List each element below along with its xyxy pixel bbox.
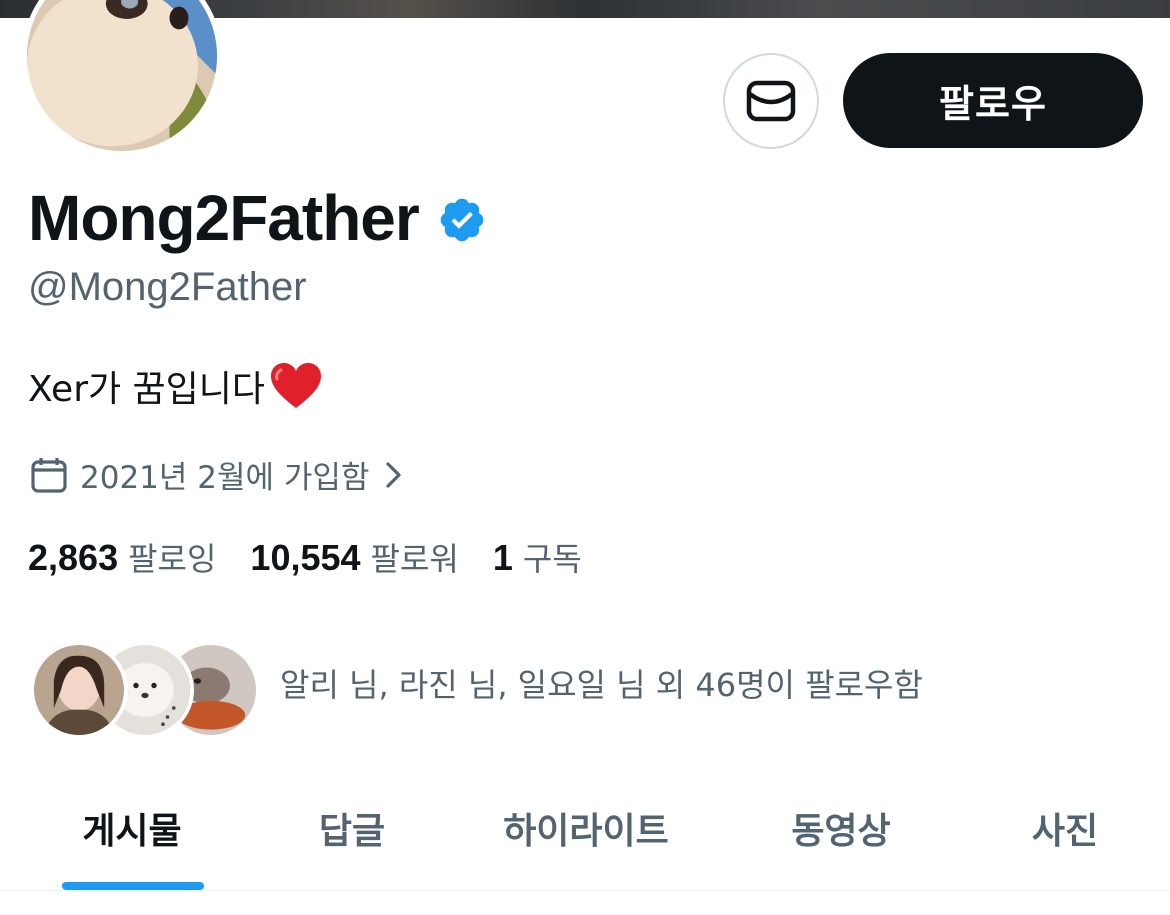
profile-tabs: 게시물 답글 하이라이트 동영상 사진 (0, 780, 1170, 890)
tab-label: 동영상 (791, 811, 891, 852)
subscriptions-label[interactable]: 구독 (523, 534, 582, 580)
display-name: Mong2Father (28, 181, 420, 254)
followers-count[interactable]: 10,554 (250, 537, 360, 579)
known-followers-text[interactable]: 알리 님, 라진 님, 일요일 님 외 46명이 팔로우함 (280, 660, 923, 706)
calendar-icon (31, 457, 67, 493)
tab-label: 답글 (318, 811, 386, 852)
profile-stats: 2,863 팔로잉 10,554 팔로워 1 구독 (28, 534, 616, 580)
tab-label: 게시물 (82, 811, 182, 852)
tabs-divider (0, 890, 1170, 891)
tab-label: 하이라이트 (503, 811, 669, 852)
profile-bio: Xer가 꿈입니다 (28, 360, 323, 412)
tab-posts[interactable]: 게시물 (0, 780, 264, 890)
name-row: Mong2Father (28, 180, 487, 255)
tab-videos[interactable]: 동영상 (732, 780, 950, 890)
chevron-right-icon (386, 461, 402, 488)
verified-badge-icon[interactable] (437, 195, 487, 245)
known-followers-avatars[interactable] (30, 640, 260, 740)
following-label[interactable]: 팔로잉 (128, 534, 216, 580)
followers-label[interactable]: 팔로워 (371, 534, 459, 580)
avatar-image (27, 0, 217, 151)
subscriptions-count[interactable]: 1 (493, 537, 513, 579)
joined-date[interactable]: 2021년 2월에 가입함 (30, 452, 403, 497)
profile-handle: @Mong2Father (28, 265, 307, 309)
active-tab-indicator (62, 882, 204, 890)
message-button[interactable] (723, 53, 819, 149)
tab-label: 사진 (1031, 811, 1099, 852)
red-heart-emoji (271, 363, 322, 408)
bio-text: Xer가 꿈입니다 (28, 369, 266, 410)
follow-button[interactable]: 팔로우 (843, 53, 1143, 148)
envelope-icon (746, 80, 796, 122)
following-count[interactable]: 2,863 (28, 537, 118, 579)
profile-avatar[interactable] (22, 0, 222, 156)
tab-highlights[interactable]: 하이라이트 (440, 780, 732, 890)
tab-replies[interactable]: 답글 (264, 780, 440, 890)
joined-text: 2021년 2월에 가입함 (80, 460, 370, 496)
known-follower-avatar (30, 641, 128, 739)
tab-photos[interactable]: 사진 (950, 780, 1170, 890)
